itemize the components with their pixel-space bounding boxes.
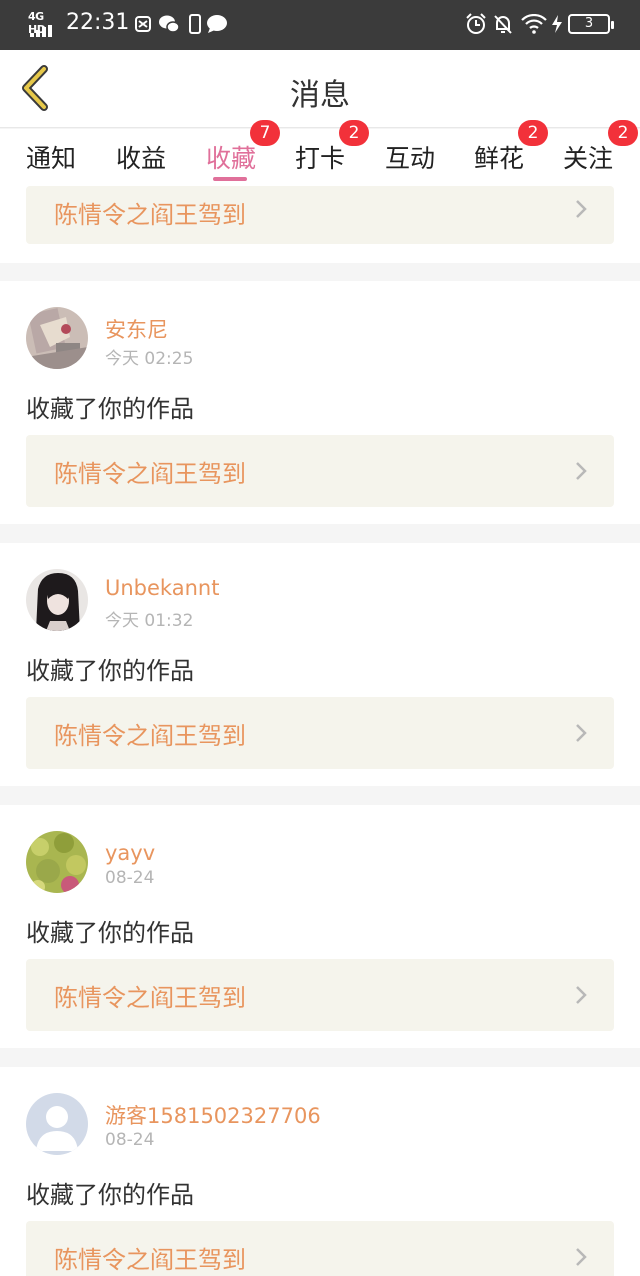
tab-checkin[interactable]: 打卡 2: [295, 120, 369, 175]
tab-favorites[interactable]: 收藏 7: [206, 120, 280, 175]
status-bar: 4G HD 22:31 3: [0, 0, 640, 50]
work-link[interactable]: 陈情令之阎王驾到: [26, 186, 614, 244]
work-link[interactable]: 陈情令之阎王驾到: [26, 1221, 614, 1276]
tab-label: 收藏: [206, 144, 257, 173]
avatar[interactable]: [26, 307, 88, 369]
work-title: 陈情令之阎王驾到: [54, 722, 246, 750]
timestamp: 08-24: [105, 868, 155, 888]
username[interactable]: 安东尼: [105, 314, 168, 344]
work-link[interactable]: 陈情令之阎王驾到: [26, 697, 614, 769]
tab-bar: 通知 收益 收藏 7 打卡 2 互动 鲜花 2 关注 2: [0, 120, 640, 187]
wifi-icon: [520, 12, 548, 36]
username[interactable]: yayv: [105, 841, 155, 865]
work-link[interactable]: 陈情令之阎王驾到: [26, 435, 614, 507]
unread-badge: 2: [608, 120, 638, 146]
action-text: 收藏了你的作品: [26, 657, 194, 685]
chevron-right-icon: [576, 200, 587, 218]
tab-interaction[interactable]: 互动: [385, 139, 435, 175]
username[interactable]: Unbekannt: [105, 576, 219, 600]
charging-icon: [550, 12, 564, 36]
active-tab-indicator: [213, 177, 247, 181]
message-bubble-icon: [206, 12, 228, 36]
tab-label: 鲜花: [474, 144, 525, 173]
timestamp: 今天 02:25: [105, 349, 194, 369]
message-card-partial: 陈情令之阎王驾到: [0, 186, 640, 263]
chevron-right-icon: [576, 724, 587, 742]
work-title: 陈情令之阎王驾到: [54, 201, 246, 229]
battery-icon: 3: [568, 14, 614, 34]
unread-badge: 2: [518, 120, 548, 146]
message-card: yayv 08-24 收藏了你的作品 陈情令之阎王驾到: [0, 805, 640, 1048]
tab-label: 互动: [385, 144, 436, 173]
tab-label: 打卡: [295, 144, 346, 173]
action-text: 收藏了你的作品: [26, 1181, 194, 1209]
default-user-avatar-icon[interactable]: [26, 1093, 88, 1155]
work-link[interactable]: 陈情令之阎王驾到: [26, 959, 614, 1031]
message-card: 安东尼 今天 02:25 收藏了你的作品 陈情令之阎王驾到: [0, 281, 640, 524]
timestamp: 08-24: [105, 1130, 155, 1150]
chevron-right-icon: [576, 462, 587, 480]
avatar[interactable]: [26, 569, 88, 631]
timestamp: 今天 01:32: [105, 611, 194, 631]
action-text: 收藏了你的作品: [26, 919, 194, 947]
tab-label: 关注: [563, 144, 614, 173]
tab-label: 通知: [26, 144, 77, 173]
notification-app-icon: [132, 12, 154, 36]
avatar[interactable]: [26, 831, 88, 893]
unread-badge: 2: [339, 120, 369, 146]
nav-bar: 消息: [0, 50, 640, 128]
tab-follows[interactable]: 关注 2: [563, 120, 638, 175]
message-card: 游客1581502327706 08-24 收藏了你的作品 陈情令之阎王驾到: [0, 1067, 640, 1276]
phone-icon: [184, 12, 206, 36]
username[interactable]: 游客1581502327706: [105, 1100, 321, 1130]
wechat-icon: [158, 12, 180, 36]
tab-flowers[interactable]: 鲜花 2: [474, 120, 548, 175]
cellular-signal-icon: 4G HD: [28, 10, 58, 37]
page-title: 消息: [290, 78, 350, 113]
message-card: Unbekannt 今天 01:32 收藏了你的作品 陈情令之阎王驾到: [0, 543, 640, 786]
work-title: 陈情令之阎王驾到: [54, 1246, 246, 1274]
work-title: 陈情令之阎王驾到: [54, 460, 246, 488]
tab-notifications[interactable]: 通知: [26, 139, 76, 175]
tab-earnings[interactable]: 收益: [116, 139, 166, 175]
mute-bell-icon: [492, 12, 514, 36]
work-title: 陈情令之阎王驾到: [54, 984, 246, 1012]
unread-badge: 7: [250, 120, 280, 146]
alarm-icon: [465, 12, 487, 36]
tab-label: 收益: [116, 144, 167, 173]
chevron-right-icon: [576, 986, 587, 1004]
action-text: 收藏了你的作品: [26, 395, 194, 423]
status-time: 22:31: [66, 10, 130, 35]
chevron-right-icon: [576, 1248, 587, 1266]
